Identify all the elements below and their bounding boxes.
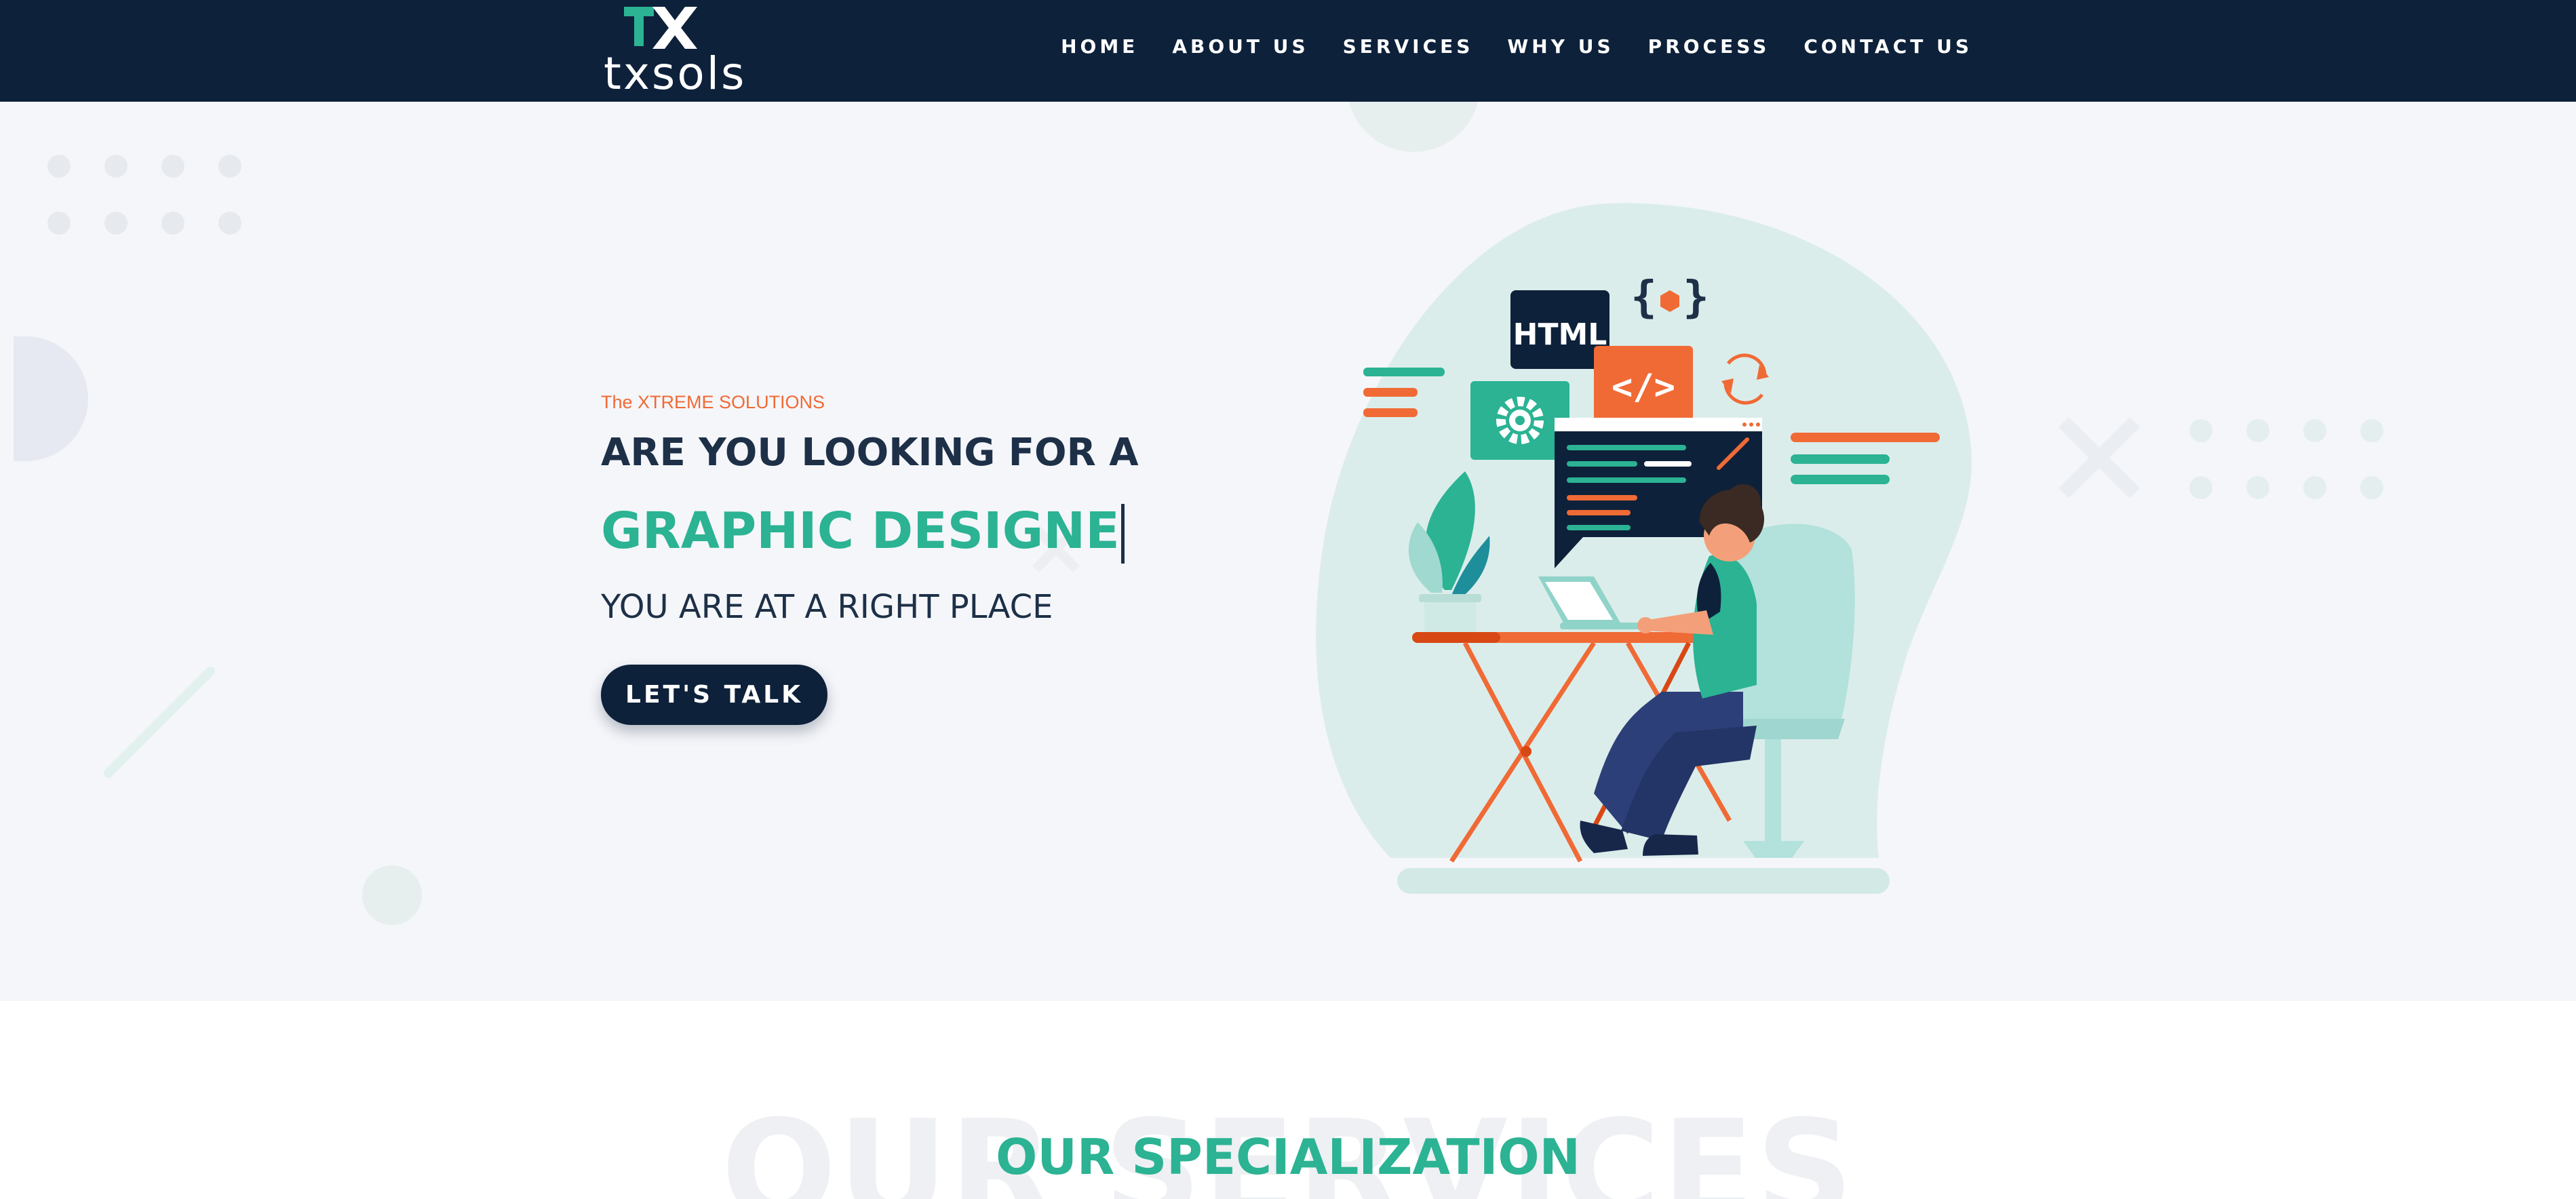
nav-services[interactable]: SERVICES: [1343, 35, 1474, 58]
hero-text: The XTREME SOLUTIONS ARE YOU LOOKING FOR…: [601, 393, 1211, 725]
hero-typed-text: GRAPHIC DESIGNE: [601, 501, 1125, 564]
bg-cross-shape-right: [2058, 417, 2140, 498]
typed-word: GRAPHIC DESIGNE: [601, 501, 1120, 560]
bg-small-circle: [362, 865, 422, 925]
lets-talk-button[interactable]: LET'S TALK: [601, 664, 828, 725]
floor-bar: [1397, 868, 1890, 894]
bg-top-circle: [1347, 102, 1480, 152]
main-nav: HOME ABOUT US SERVICES WHY US PROCESS CO…: [1061, 35, 1972, 58]
hero-tagline: The XTREME SOLUTIONS: [601, 392, 825, 412]
hero-subheadline: YOU ARE AT A RIGHT PLACE: [601, 588, 1053, 627]
nav-why-us[interactable]: WHY US: [1507, 35, 1614, 58]
nav-contact-us[interactable]: CONTACT US: [1803, 35, 1972, 58]
page: txsols HOME ABOUT US SERVICES WHY US PRO…: [0, 0, 2576, 1199]
typing-caret: [1120, 504, 1125, 564]
logo-mark-icon: [624, 7, 697, 49]
bg-dot-grid-right: [2189, 419, 2393, 500]
braces-badge: { }: [1631, 273, 1709, 323]
bg-dot-grid-left: [47, 155, 251, 236]
brand-logo[interactable]: txsols: [604, 4, 766, 99]
nav-process[interactable]: PROCESS: [1648, 35, 1770, 58]
hero-headline: ARE YOU LOOKING FOR A: [601, 431, 1139, 475]
bg-half-circle: [14, 336, 88, 461]
html-badge-label: HTML: [1513, 317, 1607, 352]
nav-about-us[interactable]: ABOUT US: [1172, 35, 1308, 58]
brand-name: txsols: [604, 47, 747, 100]
nav-home[interactable]: HOME: [1061, 35, 1138, 58]
hero-section: The XTREME SOLUTIONS ARE YOU LOOKING FOR…: [0, 102, 2576, 1001]
services-title: OUR SPECIALIZATION: [996, 1128, 1580, 1185]
services-section: OUR SERVICES OUR SPECIALIZATION: [0, 1001, 2576, 1199]
bg-diagonal-line: [104, 667, 215, 778]
developer-illustration: HTML { } </>: [1316, 203, 1972, 894]
code-badge: </>: [1594, 346, 1693, 425]
code-badge-label: </>: [1612, 367, 1675, 408]
navbar: txsols HOME ABOUT US SERVICES WHY US PRO…: [0, 0, 2576, 102]
